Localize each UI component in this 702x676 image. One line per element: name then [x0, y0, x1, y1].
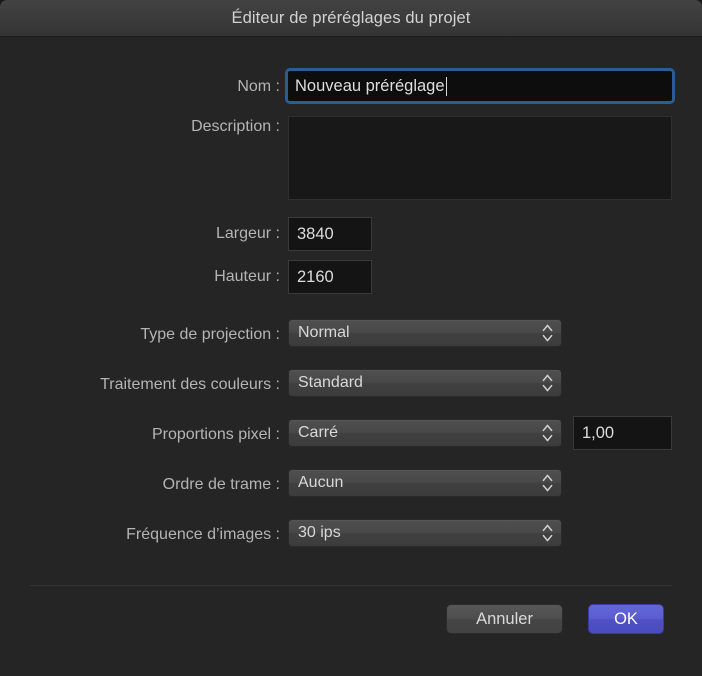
color-processing-label: Traitement des couleurs : — [0, 376, 280, 394]
field-order-value: Aucun — [289, 474, 343, 492]
color-processing-value: Standard — [289, 374, 363, 392]
cancel-button[interactable]: Annuler — [446, 604, 563, 634]
chevron-up-down-icon — [542, 423, 553, 443]
dialog-body: Nom : Nouveau préréglage Description : L… — [0, 38, 702, 676]
ok-button[interactable]: OK — [588, 604, 664, 634]
height-label: Hauteur : — [0, 268, 280, 286]
field-order-select[interactable]: Aucun — [288, 469, 562, 497]
footer-separator — [30, 585, 672, 586]
projection-type-value: Normal — [289, 324, 350, 342]
projection-type-select[interactable]: Normal — [288, 319, 562, 347]
name-input[interactable]: Nouveau préréglage — [288, 71, 672, 101]
frame-rate-value: 30 ips — [289, 524, 341, 542]
preset-editor-window: Éditeur de préréglages du projet Nom : N… — [0, 0, 702, 676]
projection-type-label: Type de projection : — [0, 326, 280, 344]
name-label: Nom : — [0, 78, 280, 96]
height-input-value: 2160 — [297, 268, 334, 287]
pixel-aspect-value: Carré — [289, 424, 338, 442]
pixel-aspect-label: Proportions pixel : — [0, 426, 280, 444]
description-textarea-value — [289, 117, 671, 125]
field-order-label: Ordre de trame : — [0, 476, 280, 494]
pixel-aspect-ratio-value: 1,00 — [582, 424, 614, 443]
width-input[interactable]: 3840 — [288, 217, 372, 251]
pixel-aspect-ratio-input[interactable]: 1,00 — [573, 416, 672, 450]
cancel-button-label: Annuler — [476, 610, 533, 629]
name-input-value: Nouveau préréglage — [295, 77, 445, 96]
height-input[interactable]: 2160 — [288, 260, 372, 294]
window-titlebar: Éditeur de préréglages du projet — [0, 0, 702, 37]
frame-rate-select[interactable]: 30 ips — [288, 519, 562, 547]
chevron-up-down-icon — [542, 473, 553, 493]
chevron-up-down-icon — [542, 373, 553, 393]
ok-button-label: OK — [614, 610, 638, 629]
frame-rate-label: Fréquence d’images : — [0, 526, 280, 544]
text-caret — [446, 77, 447, 96]
description-textarea[interactable] — [288, 116, 672, 200]
description-label: Description : — [0, 118, 280, 136]
chevron-up-down-icon — [542, 523, 553, 543]
color-processing-select[interactable]: Standard — [288, 369, 562, 397]
width-label: Largeur : — [0, 225, 280, 243]
chevron-up-down-icon — [542, 323, 553, 343]
width-input-value: 3840 — [297, 225, 334, 244]
pixel-aspect-select[interactable]: Carré — [288, 419, 562, 447]
window-title: Éditeur de préréglages du projet — [232, 9, 471, 28]
